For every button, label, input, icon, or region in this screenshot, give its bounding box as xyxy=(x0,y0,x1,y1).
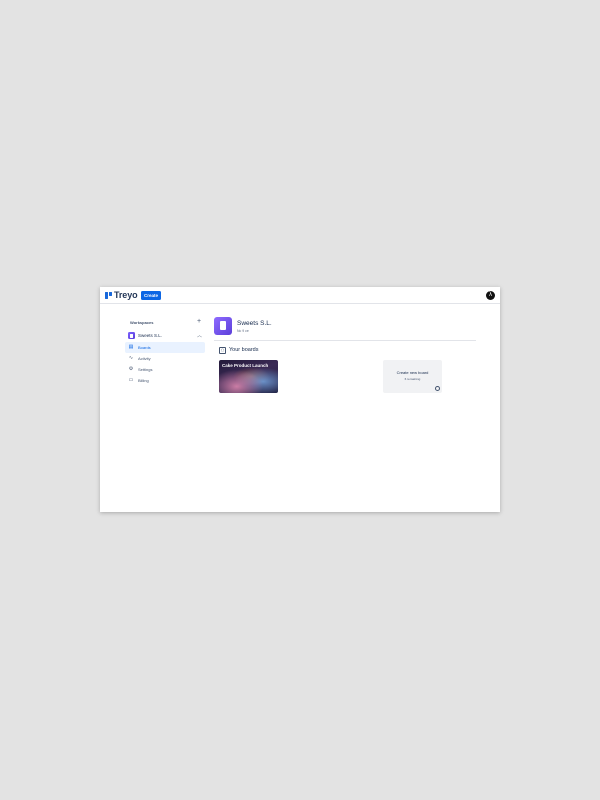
card-icon: ▭ xyxy=(128,377,134,383)
sidebar-workspace-name: Sweets S.L. xyxy=(138,333,163,338)
create-new-board-tile[interactable]: Create new board 6 remaining xyxy=(383,360,442,393)
board-title: Cake Product Launch xyxy=(222,363,269,368)
chevron-up-icon[interactable]: ︿ xyxy=(197,332,202,339)
create-button[interactable]: Create xyxy=(141,291,162,300)
top-navigation: Treyo Create λ xyxy=(100,287,500,304)
workspace-subtitle: Nc 9 ce xyxy=(237,329,249,333)
boards-remaining: 6 remaining xyxy=(404,377,421,381)
plus-icon[interactable]: + xyxy=(197,318,201,325)
sidebar-item-label: Billing xyxy=(138,378,149,383)
boards-heading-label: Your boards xyxy=(229,347,259,353)
activity-icon: ∿ xyxy=(128,355,134,361)
workspace-avatar xyxy=(214,317,232,335)
sidebar-workspace[interactable]: Sweets S.L. ︿ xyxy=(125,330,205,342)
gear-icon: ⚙ xyxy=(128,366,134,372)
board-tile[interactable]: Cake Product Launch xyxy=(219,360,278,393)
sidebar-item-settings[interactable]: ⚙ Settings xyxy=(125,364,205,375)
building-icon xyxy=(128,332,135,339)
workspaces-header: Workspaces + xyxy=(125,318,205,328)
divider xyxy=(214,340,476,341)
app-name: Treyo xyxy=(114,290,138,300)
board-icon: ▤ xyxy=(128,344,134,350)
workspace-title: Sweets S.L. xyxy=(237,320,272,327)
sidebar-item-boards[interactable]: ▤ Boards xyxy=(125,342,205,353)
sidebar-item-activity[interactable]: ∿ Activity xyxy=(125,353,205,364)
sidebar-item-label: Activity xyxy=(138,356,151,361)
app-window: Treyo Create λ Workspaces + Sweets S.L. … xyxy=(100,287,500,512)
trello-logo-icon xyxy=(105,291,112,299)
sidebar-item-label: Settings xyxy=(138,367,153,372)
sidebar-item-label: Boards xyxy=(138,345,151,350)
sidebar-item-billing[interactable]: ▭ Billing xyxy=(125,375,205,386)
app-logo[interactable]: Treyo xyxy=(105,290,138,300)
user-icon: ◯ xyxy=(219,347,226,354)
sidebar: Workspaces + Sweets S.L. ︿ ▤ Boards ∿ Ac… xyxy=(125,318,205,386)
create-new-board-label: Create new board xyxy=(396,370,429,375)
help-icon[interactable] xyxy=(435,386,440,391)
user-avatar-icon[interactable]: λ xyxy=(486,291,495,300)
workspaces-title: Workspaces xyxy=(130,320,154,325)
